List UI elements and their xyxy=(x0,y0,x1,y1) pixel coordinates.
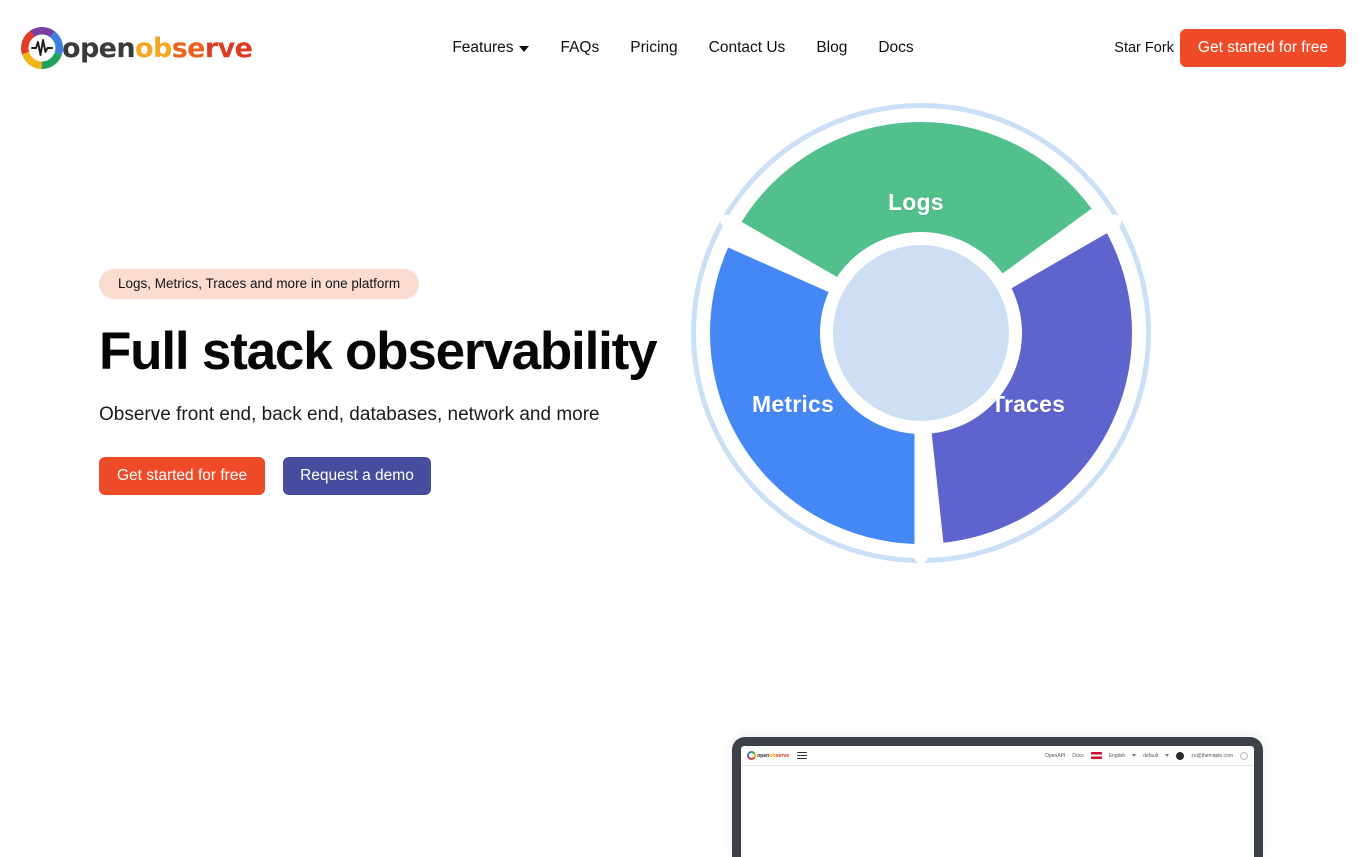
nav-item-blog[interactable]: Blog xyxy=(816,39,847,57)
header-get-started-button[interactable]: Get started for free xyxy=(1179,29,1346,67)
brand-word-open: open xyxy=(62,32,136,64)
dashboard-preview-screen: openobserve OpenAPI Docs English default… xyxy=(741,746,1254,857)
flag-icon xyxy=(1090,752,1102,759)
site-header: openobserve Features FAQs Pricing Contac… xyxy=(0,0,1366,96)
openobserve-ring-logo-icon xyxy=(20,26,64,70)
dashboard-docs-link[interactable]: Docs xyxy=(1072,753,1083,759)
nav-item-features[interactable]: Features xyxy=(452,39,530,57)
page-title: Full stack observability xyxy=(99,321,658,381)
nav-item-docs[interactable]: Docs xyxy=(878,39,913,57)
nav-item-features-label: Features xyxy=(452,39,514,56)
openobserve-ring-logo-icon xyxy=(747,751,756,760)
brand-word-ob: ob xyxy=(135,32,172,64)
chevron-down-icon[interactable] xyxy=(1165,754,1170,757)
star-fork-label[interactable]: Star Fork xyxy=(1114,40,1174,56)
dashboard-openapi-link[interactable]: OpenAPI xyxy=(1045,753,1065,759)
dashboard-brand-word-serve: serve xyxy=(775,752,790,759)
dashboard-preview-frame: openobserve OpenAPI Docs English default… xyxy=(732,737,1263,857)
hero-illustration: Logs Metrics Traces xyxy=(683,96,1366,768)
dashboard-brand-wordmark: openobserve xyxy=(757,753,789,759)
dashboard-topbar-actions: OpenAPI Docs English default zo@themaple… xyxy=(1045,751,1248,760)
nav-item-contact-us[interactable]: Contact Us xyxy=(709,39,786,57)
hamburger-menu-icon[interactable] xyxy=(797,752,808,759)
hero-cta-row: Get started for free Request a demo xyxy=(99,457,683,496)
nav-item-faqs[interactable]: FAQs xyxy=(560,39,599,57)
brand-wordmark: openobserve xyxy=(62,32,253,64)
dashboard-preview-topbar: openobserve OpenAPI Docs English default… xyxy=(741,746,1254,766)
hero-section: Logs, Metrics, Traces and more in one pl… xyxy=(0,96,1366,768)
hero-subtitle: Observe front end, back end, databases, … xyxy=(99,403,600,425)
dashboard-user-email[interactable]: zo@themaple.com xyxy=(1191,753,1233,759)
observability-donut-chart: Logs Metrics Traces xyxy=(691,103,1151,564)
dashboard-brand-word-open: open xyxy=(757,752,770,759)
header-actions: Star Fork Get started for free xyxy=(1114,29,1346,67)
brand-word-se: se xyxy=(171,32,206,64)
brand-word-rve: rve xyxy=(204,32,253,64)
brand-logo[interactable]: openobserve xyxy=(20,26,253,70)
dashboard-language-label[interactable]: English xyxy=(1109,753,1125,759)
hero-get-started-button[interactable]: Get started for free xyxy=(99,457,266,496)
nav-item-pricing[interactable]: Pricing xyxy=(630,39,677,57)
chevron-down-icon xyxy=(519,46,530,52)
hero-badge: Logs, Metrics, Traces and more in one pl… xyxy=(99,269,420,299)
chevron-down-icon[interactable] xyxy=(1132,754,1137,757)
dashboard-org-label[interactable]: default xyxy=(1143,753,1158,759)
hero-request-demo-button[interactable]: Request a demo xyxy=(283,457,431,496)
help-circle-icon[interactable] xyxy=(1240,751,1248,760)
hero-copy: Logs, Metrics, Traces and more in one pl… xyxy=(0,96,683,768)
user-avatar-icon[interactable] xyxy=(1176,751,1185,760)
dashboard-brand-logo: openobserve xyxy=(747,751,789,760)
